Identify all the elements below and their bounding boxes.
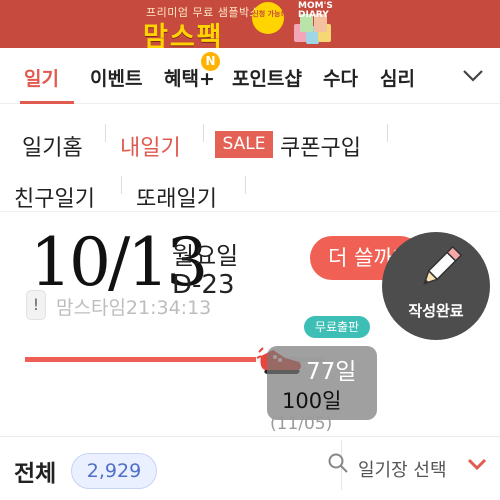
nav-item-pointshop[interactable]: 포인트샵: [232, 64, 302, 91]
banner-badge: 신청 가능!: [252, 2, 284, 34]
nav-item-psychology[interactable]: 심리: [380, 64, 415, 91]
chevron-down-icon[interactable]: [466, 454, 488, 474]
chevron-down-icon[interactable]: [460, 62, 486, 88]
submenu-my-diary[interactable]: 내일기: [120, 130, 181, 162]
banner-title: 맘스팩: [143, 22, 224, 48]
separator: [121, 176, 122, 194]
submenu-coupon[interactable]: 쿠폰구입: [280, 130, 361, 162]
separator: [387, 124, 388, 142]
separator: [245, 176, 246, 194]
search-icon[interactable]: [327, 452, 349, 474]
product-label: MOM'S DIARY: [298, 1, 333, 20]
nav-item-event[interactable]: 이벤트: [90, 64, 142, 91]
nav-active-indicator: [20, 101, 74, 104]
nav-item-diary[interactable]: 일기: [24, 64, 59, 91]
target-date: (11/05): [270, 414, 333, 434]
submenu-diary-home[interactable]: 일기홈: [22, 130, 83, 162]
total-label: 전체: [14, 461, 57, 487]
submenu-friend-diary[interactable]: 친구일기: [14, 181, 95, 213]
progress-fill: [25, 357, 256, 362]
diary-weekday: 월요일: [172, 242, 239, 270]
new-badge: N: [201, 52, 220, 71]
sale-badge[interactable]: SALE: [215, 131, 273, 158]
separator: [105, 124, 106, 142]
write-done-button[interactable]: 작성완료: [382, 232, 490, 340]
total-count-badge: 2,929: [71, 453, 157, 489]
diary-timestamp: 맘스타임21:34:13: [56, 297, 212, 319]
diary-book-select[interactable]: 일기장 선택: [358, 456, 447, 482]
divider: [0, 211, 500, 212]
product-image: MOM'S DIARY: [292, 2, 336, 46]
current-days: 77일: [306, 359, 357, 385]
target-days: 100일: [282, 389, 342, 413]
top-nav: 일기 이벤트 혜택+ N 포인트샵 수다 심리: [0, 48, 500, 104]
pencil-icon: [423, 245, 463, 285]
submenu-peer-diary[interactable]: 또래일기: [136, 181, 217, 213]
write-done-label: 작성완료: [408, 302, 464, 320]
divider: [0, 436, 500, 437]
promo-banner[interactable]: 프리미엄 무료 샘플박스 맘스팩 신청 가능! MOM'S DIARY: [0, 0, 500, 48]
separator: [203, 124, 204, 142]
free-publish-badge[interactable]: 무료출판: [304, 316, 370, 338]
nav-item-chat[interactable]: 수다: [323, 64, 358, 91]
info-icon[interactable]: !: [26, 290, 46, 320]
